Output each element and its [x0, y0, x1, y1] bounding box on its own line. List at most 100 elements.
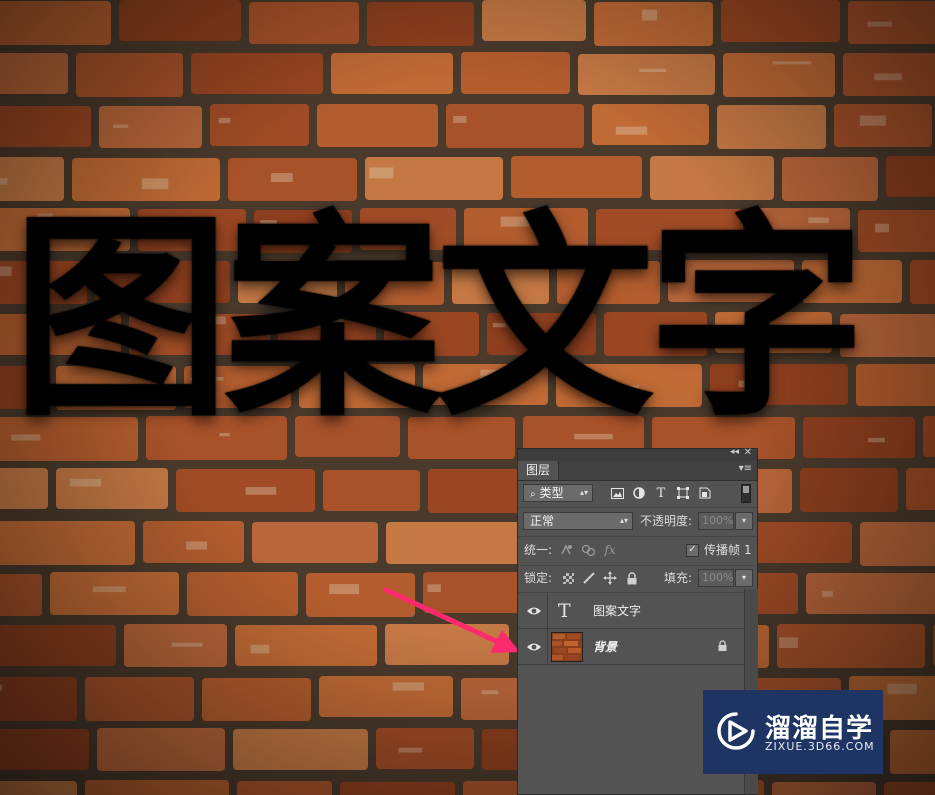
brick	[0, 625, 116, 666]
brick	[0, 106, 91, 147]
updown-arrow-icon: ▴▾	[579, 488, 588, 497]
divider	[518, 565, 757, 566]
brick-weathering	[0, 684, 3, 691]
fill-label: 填充:	[664, 571, 693, 585]
unify-position-icon[interactable]	[558, 542, 574, 558]
watermark-url: ZIXUE.3D66.COM	[765, 740, 875, 753]
panel-tab-row: 图层 ▾≡	[518, 461, 757, 481]
brick	[717, 105, 826, 149]
panel-title-bar[interactable]: ◂◂ ✕	[518, 447, 757, 461]
brick	[50, 572, 179, 615]
brick	[578, 54, 715, 95]
tab-layers[interactable]: 图层	[518, 461, 560, 480]
brick	[423, 572, 529, 613]
brick	[76, 53, 183, 97]
brick	[0, 729, 89, 770]
brick	[317, 104, 438, 147]
filter-row: ⌕ 类型 ▴▾ T	[518, 484, 757, 504]
brick	[252, 522, 378, 563]
brick	[884, 782, 935, 795]
brick	[376, 728, 474, 769]
brick	[0, 1, 111, 45]
brick	[385, 624, 509, 665]
brick-weathering	[867, 21, 892, 27]
brick	[860, 522, 935, 566]
brick-weathering	[141, 178, 169, 190]
fill-value: 100%	[702, 571, 734, 584]
frame-number: 1	[744, 543, 752, 557]
eye-icon[interactable]	[526, 604, 542, 618]
brick-weathering	[329, 584, 360, 595]
brick	[0, 781, 77, 795]
filter-toggle-switch[interactable]	[741, 484, 751, 503]
lock-pixels-brush-icon[interactable]	[581, 570, 597, 586]
brick-weathering	[186, 541, 207, 550]
adjustment-filter-icon[interactable]	[632, 486, 646, 500]
shape-filter-icon[interactable]	[676, 486, 690, 500]
opacity-label: 不透明度:	[640, 514, 693, 528]
fill-input[interactable]: 100% ▾	[698, 569, 753, 587]
smart-object-filter-icon[interactable]	[698, 486, 712, 500]
canvas-text-layer: 图案文字	[12, 193, 866, 446]
brick-weathering	[641, 9, 658, 21]
brick-weathering	[822, 591, 833, 597]
chevron-down-icon[interactable]: ▾	[735, 512, 753, 530]
divider	[547, 629, 548, 665]
unify-visibility-icon[interactable]	[580, 542, 596, 558]
opacity-input[interactable]: 100% ▾	[698, 512, 753, 530]
pixel-filter-icon[interactable]	[610, 486, 624, 500]
brick-weathering	[245, 486, 277, 495]
brick	[191, 53, 323, 94]
brick	[367, 2, 474, 46]
filter-kind-value: 类型	[539, 486, 564, 500]
document-canvas[interactable]: 图案文字	[0, 0, 935, 795]
chevron-down-icon[interactable]: ▾	[735, 569, 753, 587]
brick	[777, 624, 925, 668]
brick	[233, 729, 368, 770]
brick-weathering	[453, 116, 467, 123]
lock-icon	[717, 640, 728, 655]
brick-weathering	[427, 584, 441, 593]
close-icon[interactable]: ✕	[744, 447, 752, 458]
brick	[0, 53, 68, 94]
layer-row-background[interactable]: 背景	[518, 629, 744, 665]
type-filter-icon[interactable]: T	[654, 486, 668, 501]
brick	[0, 521, 135, 565]
brick-weathering	[92, 586, 126, 593]
lock-label: 锁定:	[524, 571, 553, 585]
unify-label: 统一:	[524, 543, 553, 557]
brick	[751, 522, 852, 563]
search-icon: ⌕	[530, 489, 536, 500]
lock-all-icon[interactable]	[624, 570, 640, 586]
brick	[56, 468, 168, 509]
brick-weathering	[779, 637, 798, 649]
updown-arrow-icon: ▴▾	[619, 516, 628, 525]
lock-transparent-icon[interactable]	[560, 570, 576, 586]
filter-kind-select[interactable]: ⌕ 类型 ▴▾	[523, 484, 593, 502]
brick	[85, 677, 194, 721]
brick-weathering	[171, 642, 203, 647]
brick-weathering	[250, 644, 270, 654]
propagate-frame-checkbox[interactable]: ✓	[686, 544, 699, 557]
panel-menu-icon[interactable]: ▾≡	[739, 463, 752, 474]
brick	[323, 470, 420, 511]
unify-style-fx-icon[interactable]: fx	[602, 542, 618, 558]
brick-weathering	[270, 173, 293, 183]
opacity-value: 100%	[702, 514, 734, 527]
blend-mode-select[interactable]: 正常 ▴▾	[523, 512, 633, 530]
brick-weathering	[113, 124, 129, 128]
collapse-icon[interactable]: ◂◂	[730, 447, 739, 457]
brick	[800, 468, 898, 512]
divider	[547, 593, 548, 629]
brick	[890, 730, 935, 774]
divider	[518, 507, 757, 508]
brick	[723, 53, 835, 97]
propagate-frame-label: 传播帧	[704, 543, 741, 557]
brick	[906, 468, 935, 510]
brick-weathering	[859, 115, 887, 126]
layer-row-text[interactable]: T 图案文字	[518, 593, 744, 629]
divider	[518, 536, 757, 537]
eye-icon[interactable]	[526, 640, 542, 654]
brick	[446, 104, 584, 148]
lock-position-move-icon[interactable]	[602, 570, 618, 586]
